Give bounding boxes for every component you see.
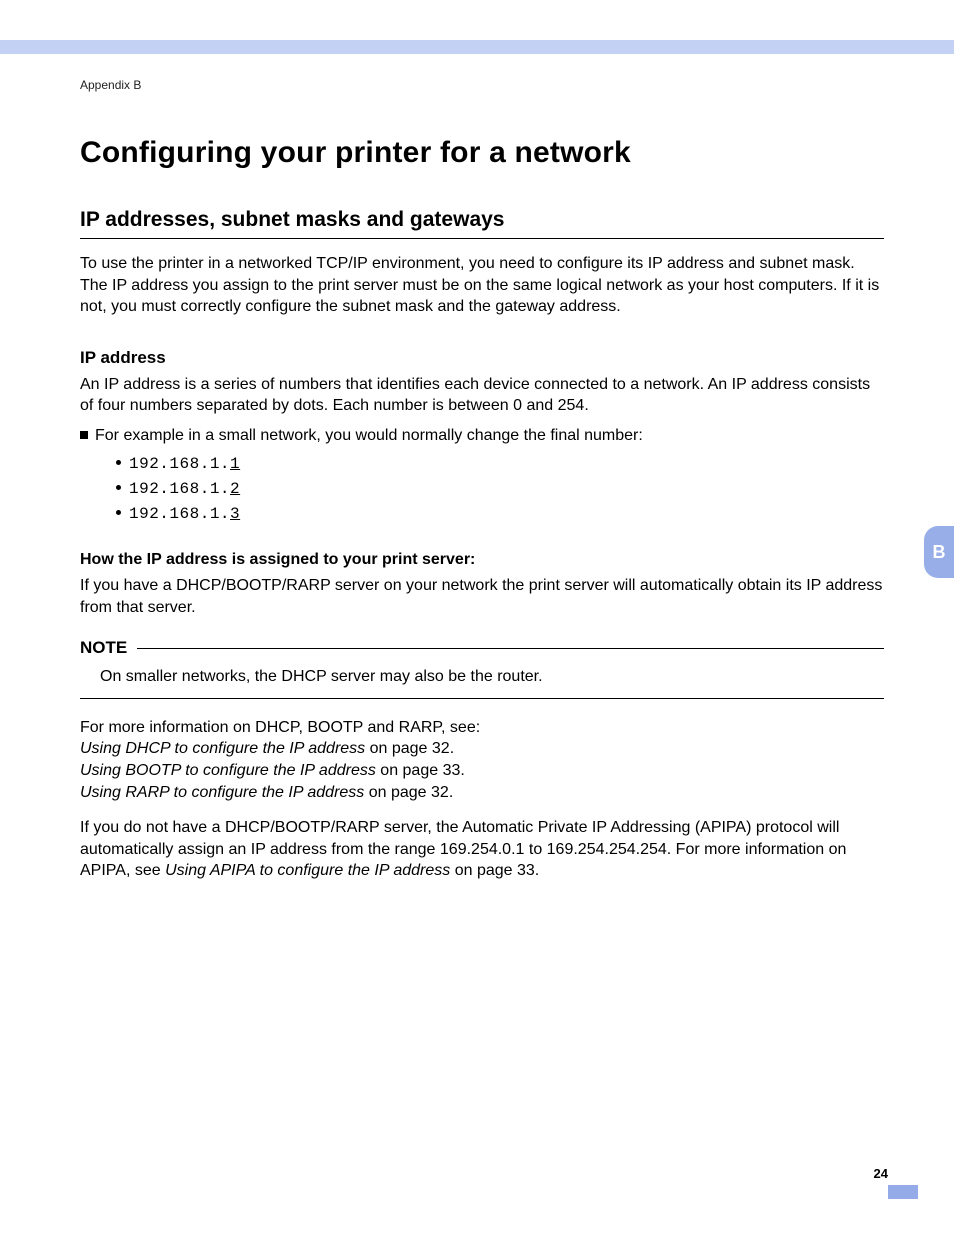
bullet-dot-icon <box>116 485 121 490</box>
note-block: NOTE On smaller networks, the DHCP serve… <box>80 638 884 699</box>
list-item: 192.168.1.3 <box>116 505 884 523</box>
ref-rest: on page 33. <box>376 762 465 779</box>
ref-rest: on page 32. <box>364 784 453 801</box>
footer-accent <box>888 1185 918 1199</box>
page-title: Configuring your printer for a network <box>80 136 884 170</box>
appendix-label: Appendix B <box>80 78 884 92</box>
ip-last: 2 <box>230 480 240 498</box>
header-accent-bar <box>0 40 954 54</box>
ip-prefix: 192.168.1. <box>129 480 230 498</box>
apipa-paragraph: If you do not have a DHCP/BOOTP/RARP ser… <box>80 817 884 882</box>
bullet-dot-icon <box>116 460 121 465</box>
list-item: 192.168.1.2 <box>116 480 884 498</box>
references-block: For more information on DHCP, BOOTP and … <box>80 717 884 803</box>
section-heading: IP addresses, subnet masks and gateways <box>80 208 884 239</box>
section-intro: To use the printer in a networked TCP/IP… <box>80 253 884 318</box>
ref-line: Using RARP to configure the IP address o… <box>80 782 884 804</box>
ref-rest: on page 32. <box>365 740 454 757</box>
section-tab[interactable]: B <box>924 526 954 578</box>
ref-link[interactable]: Using BOOTP to configure the IP address <box>80 762 376 779</box>
ip-example-list: 192.168.1.1 192.168.1.2 192.168.1.3 <box>116 455 884 523</box>
ip-last: 3 <box>230 505 240 523</box>
bullet-dot-icon <box>116 510 121 515</box>
ip-address-heading: IP address <box>80 348 884 368</box>
apipa-post: on page 33. <box>450 862 539 879</box>
assign-body: If you have a DHCP/BOOTP/RARP server on … <box>80 575 884 618</box>
ref-line: Using DHCP to configure the IP address o… <box>80 738 884 760</box>
note-rule-top <box>137 648 884 649</box>
ip-prefix: 192.168.1. <box>129 455 230 473</box>
note-body: On smaller networks, the DHCP server may… <box>100 666 884 688</box>
ref-line: Using BOOTP to configure the IP address … <box>80 760 884 782</box>
ip-prefix: 192.168.1. <box>129 505 230 523</box>
example-lead-row: For example in a small network, you woul… <box>80 427 884 445</box>
square-bullet-icon <box>80 431 88 439</box>
list-item: 192.168.1.1 <box>116 455 884 473</box>
ref-link[interactable]: Using DHCP to configure the IP address <box>80 740 365 757</box>
page-number: 24 <box>874 1166 888 1181</box>
ip-address-desc: An IP address is a series of numbers tha… <box>80 374 884 417</box>
refs-lead: For more information on DHCP, BOOTP and … <box>80 717 884 739</box>
ref-link[interactable]: Using RARP to configure the IP address <box>80 784 364 801</box>
page-content: Appendix B Configuring your printer for … <box>80 78 884 882</box>
example-lead: For example in a small network, you woul… <box>95 427 643 444</box>
ip-last: 1 <box>230 455 240 473</box>
note-label: NOTE <box>80 638 127 658</box>
assign-heading: How the IP address is assigned to your p… <box>80 551 884 569</box>
note-header: NOTE <box>80 638 884 658</box>
apipa-link[interactable]: Using APIPA to configure the IP address <box>165 862 450 879</box>
note-rule-bottom <box>80 698 884 699</box>
section-tab-letter: B <box>933 542 946 563</box>
